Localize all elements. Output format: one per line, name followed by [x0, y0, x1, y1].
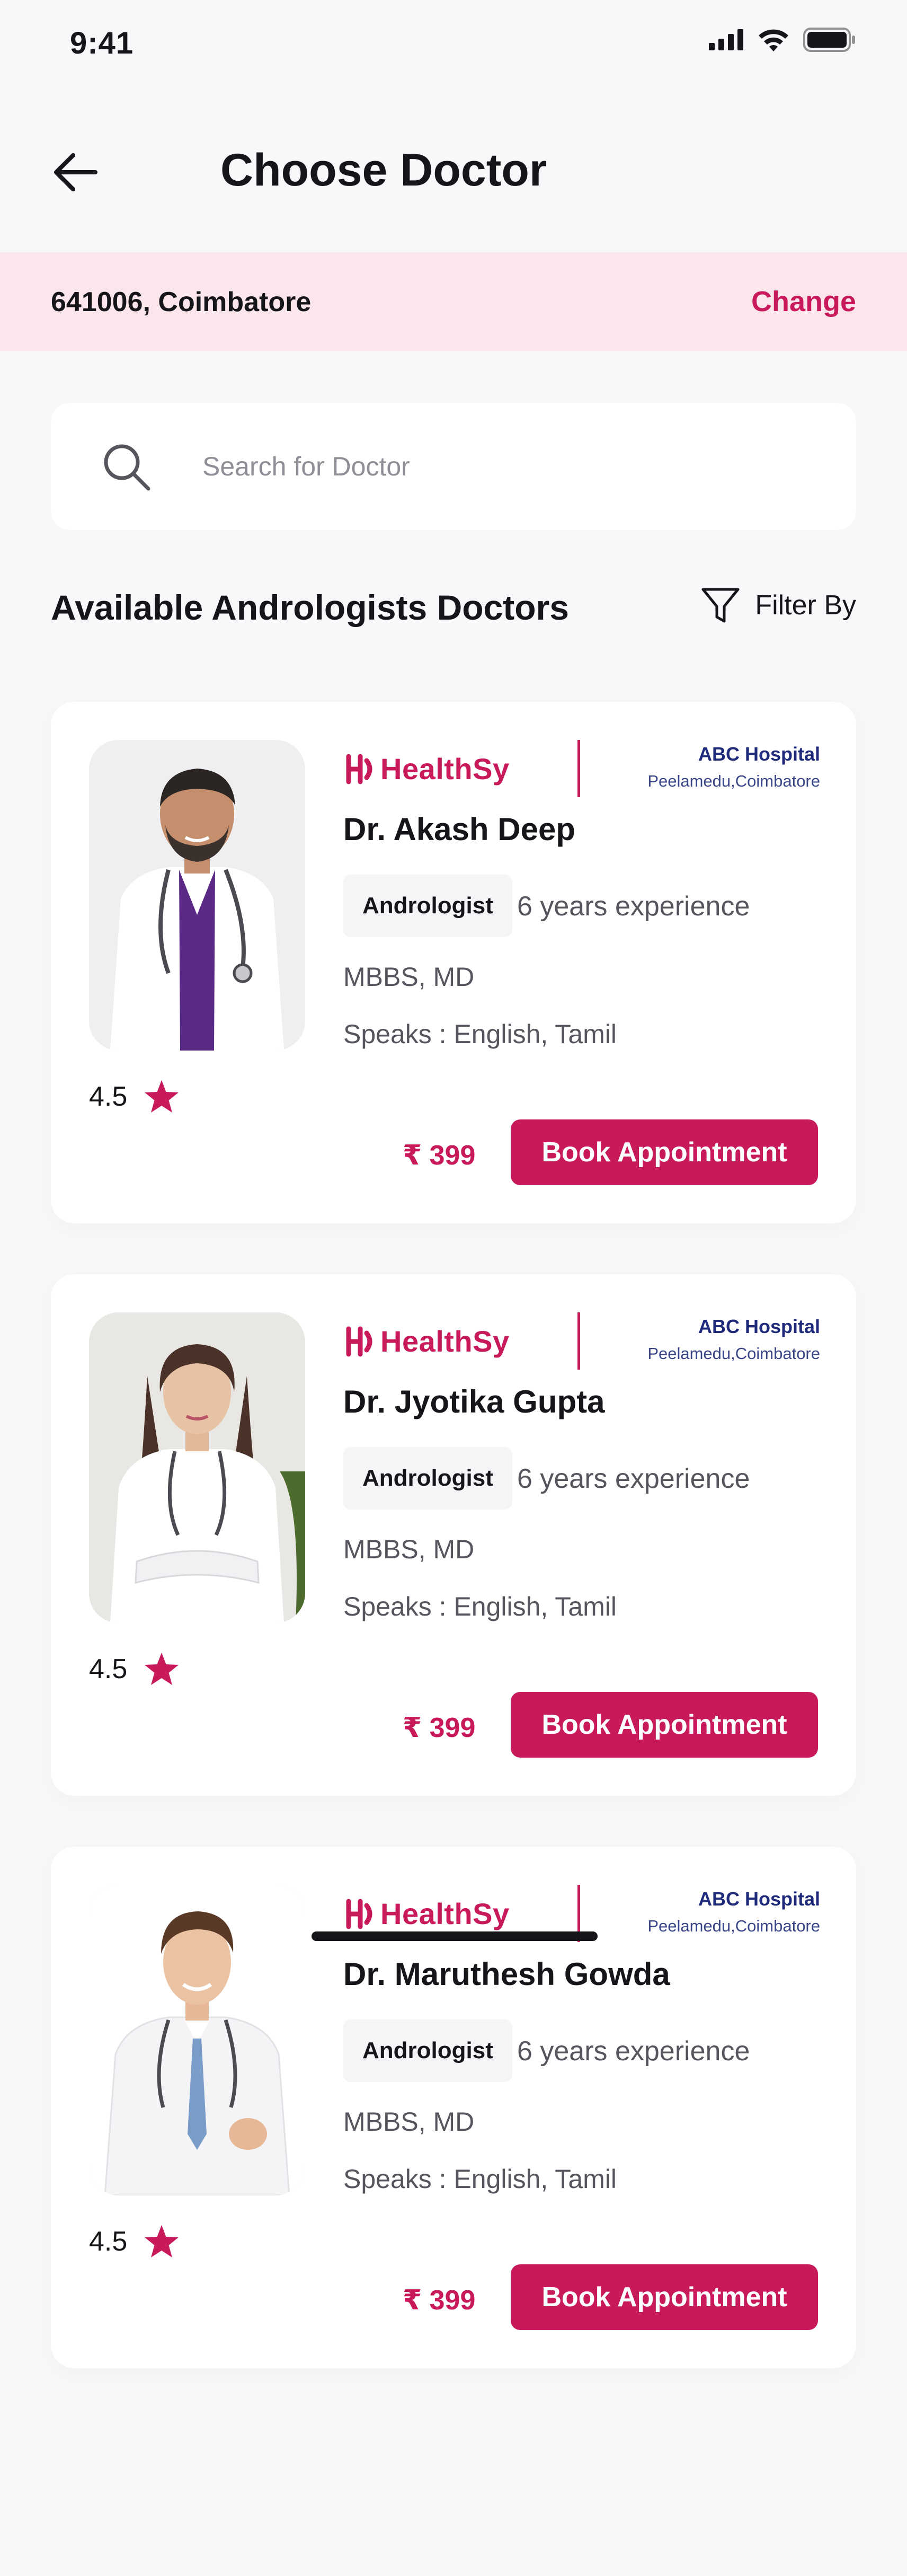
status-bar: 9:41 [0, 0, 907, 90]
experience-text: 6 years experience [517, 2036, 750, 2067]
specialty-badge: Andrologist [343, 2019, 512, 2082]
brand-name: HealthSy [380, 1897, 510, 1930]
location-banner: 641006, Coimbatore Change [0, 252, 907, 351]
filter-icon [701, 588, 740, 623]
location-text: 641006, Coimbatore [51, 287, 312, 317]
wifi-icon [759, 29, 788, 51]
doctor-name: Dr. Akash Deep [343, 811, 575, 847]
status-time: 9:41 [70, 26, 134, 60]
doctor-card[interactable]: HealthSy ABC Hospital Peelamedu,Coimbato… [51, 1847, 856, 2368]
doctor-name: Dr. Jyotika Gupta [343, 1384, 605, 1419]
filter-button[interactable]: Filter By [701, 586, 856, 624]
brand-logo: HealthSy [343, 752, 510, 786]
languages-text: Speaks : English, Tamil [343, 1019, 617, 1049]
rating-value: 4.5 [89, 1081, 128, 1112]
rating: 4.5 [89, 2224, 180, 2259]
book-appointment-button[interactable]: Book Appointment [511, 1692, 818, 1758]
rating: 4.5 [89, 1652, 180, 1687]
experience-text: 6 years experience [517, 1463, 750, 1494]
specialty-badge: Andrologist [343, 1447, 512, 1510]
brand-row: HealthSy ABC Hospital Peelamedu,Coimbato… [343, 1312, 820, 1376]
search-box[interactable] [51, 403, 856, 530]
price: ₹ 399 [403, 2285, 476, 2316]
healthsy-logo-icon [346, 1899, 372, 1929]
home-indicator[interactable] [312, 1931, 598, 1941]
star-icon [145, 2225, 179, 2257]
search-icon [104, 444, 150, 491]
doctor-photo [89, 740, 305, 1051]
search-input[interactable] [202, 440, 817, 493]
star-icon [145, 1653, 179, 1685]
brand-divider [577, 1312, 580, 1370]
hospital-name: ABC Hospital [698, 1888, 820, 1910]
brand-logo: HealthSy [343, 1324, 510, 1358]
specialty-badge: Andrologist [343, 875, 512, 937]
hospital-name: ABC Hospital [698, 1316, 820, 1337]
brand-divider [577, 740, 580, 797]
rating-value: 4.5 [89, 1654, 128, 1684]
qualification-text: MBBS, MD [343, 1534, 475, 1564]
doctor-name: Dr. Maruthesh Gowda [343, 1956, 670, 1992]
qualification-text: MBBS, MD [343, 962, 475, 992]
experience-text: 6 years experience [517, 891, 750, 922]
change-location-link[interactable]: Change [751, 285, 856, 318]
brand-row: HealthSy ABC Hospital Peelamedu,Coimbato… [343, 740, 820, 804]
book-appointment-button[interactable]: Book Appointment [511, 2264, 818, 2330]
book-appointment-button[interactable]: Book Appointment [511, 1119, 818, 1185]
languages-text: Speaks : English, Tamil [343, 1592, 617, 1621]
signal-icon [709, 29, 743, 50]
section-title: Available Andrologists Doctors [51, 588, 569, 627]
star-icon [145, 1080, 179, 1113]
battery-icon [803, 28, 855, 52]
doctor-photo [89, 1312, 305, 1623]
healthsy-logo-icon [346, 1326, 372, 1356]
back-button[interactable] [49, 148, 102, 196]
price: ₹ 399 [403, 1713, 476, 1743]
brand-logo: HealthSy [343, 1896, 510, 1931]
doctor-card[interactable]: HealthSy ABC Hospital Peelamedu,Coimbato… [51, 1274, 856, 1796]
back-arrow-icon [54, 153, 97, 191]
filter-label: Filter By [755, 590, 856, 621]
doctor-photo [89, 1885, 305, 2195]
hospital-name: ABC Hospital [698, 743, 820, 765]
doctor-card[interactable]: HealthSy ABC Hospital Peelamedu,Coimbato… [51, 702, 856, 1223]
nav-bar: Choose Doctor [0, 133, 907, 212]
hospital-location: Peelamedu,Coimbatore [647, 1344, 820, 1363]
rating-value: 4.5 [89, 2226, 128, 2257]
hospital-location: Peelamedu,Coimbatore [647, 1917, 820, 1935]
languages-text: Speaks : English, Tamil [343, 2164, 617, 2194]
hospital-location: Peelamedu,Coimbatore [647, 772, 820, 790]
brand-name: HealthSy [380, 752, 510, 786]
status-icons [709, 28, 856, 52]
brand-name: HealthSy [380, 1325, 510, 1358]
rating: 4.5 [89, 1079, 180, 1114]
qualification-text: MBBS, MD [343, 2107, 475, 2137]
page-title: Choose Doctor [220, 145, 547, 196]
price: ₹ 399 [403, 1140, 476, 1171]
section-header: Available Andrologists Doctors Filter By [51, 578, 856, 636]
healthsy-logo-icon [346, 754, 372, 784]
